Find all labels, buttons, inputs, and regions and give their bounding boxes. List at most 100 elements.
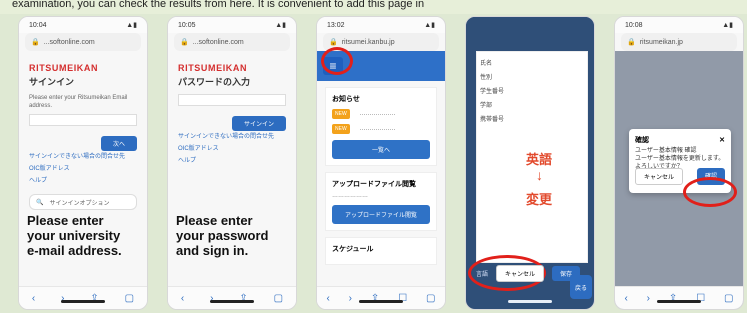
phone-portal-home: 13:02 ▲▮ 🔒 ritsumei.kanbu.jp ≡ お知らせ NEW … (316, 16, 446, 310)
phone-profile-edit: 氏名 性別 学生番号 学部 携帯番号 英語 ↓ 変更 言語 キャンセル 保存 戻… (465, 16, 595, 310)
highlight-circle (683, 177, 737, 207)
tabs-icon[interactable]: ▢ (125, 293, 134, 304)
status-icons: ▲▮ (722, 22, 733, 29)
schedule-title: スケジュール (332, 246, 374, 253)
status-icons: ▲▮ (424, 22, 435, 29)
dialog-title: 確認 (635, 137, 649, 144)
url-text: ...softonline.com (43, 38, 95, 46)
form-labels: 氏名 性別 学生番号 学部 携帯番号 (480, 57, 504, 127)
help-link-1[interactable]: サインインできない場合の問合せ先 (178, 131, 286, 140)
label-5: 携帯番号 (480, 117, 505, 123)
upload-text: ……………… (332, 193, 368, 199)
signin-button[interactable]: サインイン (231, 116, 286, 131)
brand-logo: RITSUMEIKAN (29, 63, 99, 73)
address-bar[interactable]: 🔒 ...softonline.com (25, 33, 141, 51)
caption-line-2: your password (176, 228, 269, 243)
instruction-text: Please enter your Ritsumeikan Email addr… (29, 95, 128, 109)
notice-text: ……………… (359, 111, 396, 117)
back-icon[interactable]: ‹ (326, 293, 329, 304)
caption-line-3: e-mail address. (27, 243, 122, 258)
tabs-icon[interactable]: ▢ (724, 293, 733, 304)
new-badge: NEW (332, 109, 350, 119)
url-text: ...softonline.com (192, 38, 244, 46)
upload-card: アップロードファイル閲覧 ……………… アップロードファイル閲覧 (325, 172, 437, 231)
language-row: 言語 キャンセル 保存 (476, 265, 581, 282)
help-link-2[interactable]: OIC版アドレス (178, 143, 286, 152)
upload-title: アップロードファイル閲覧 (332, 181, 416, 188)
status-icons: ▲▮ (126, 22, 137, 29)
label-4: 学部 (480, 103, 493, 109)
top-instruction-text: examination, you can check the results f… (0, 0, 747, 14)
home-indicator (508, 300, 552, 303)
status-bar: 10:05 ▲▮ (168, 17, 296, 33)
forward-icon[interactable]: › (349, 293, 352, 304)
highlight-circle (321, 47, 353, 75)
status-bar: 10:04 ▲▮ (19, 17, 147, 33)
schedule-card: スケジュール (325, 237, 437, 265)
help-link-2[interactable]: OIC版アドレス (29, 163, 137, 172)
page-title: サインイン (29, 77, 75, 87)
cancel-button[interactable]: キャンセル (496, 265, 545, 282)
close-icon[interactable]: ✕ (719, 136, 725, 144)
home-indicator (359, 300, 403, 303)
label-1: 氏名 (480, 61, 493, 67)
caption-line-2: your university (27, 228, 121, 243)
status-icons: ▲▮ (275, 22, 286, 29)
status-bar: 13:02 ▲▮ (317, 17, 445, 33)
help-link-3[interactable]: ヘルプ (29, 175, 137, 184)
status-bar: 10:08 ▲▮ (615, 17, 743, 33)
help-link-1[interactable]: サインインできない場合の問合せ先 (29, 151, 137, 160)
home-indicator (61, 300, 105, 303)
notice-row-1[interactable]: NEW ……………… (332, 109, 430, 119)
url-text: ritsumeikan.jp (639, 38, 683, 46)
back-icon[interactable]: ‹ (624, 293, 627, 304)
next-button[interactable]: 次へ (100, 136, 137, 151)
lock-icon: 🔒 (329, 39, 338, 46)
cancel-button[interactable]: キャンセル (635, 168, 684, 185)
signin-options[interactable]: 🔍 サインインオプション (29, 194, 137, 210)
more-button[interactable]: 一覧へ (332, 140, 430, 159)
help-link-3[interactable]: ヘルプ (178, 155, 286, 164)
tabs-icon[interactable]: ▢ (274, 293, 283, 304)
lock-icon: 🔒 (627, 39, 636, 46)
caption: Please enter your university e-mail addr… (27, 213, 122, 258)
status-time: 13:02 (327, 21, 345, 29)
phone-signin-email: 10:04 ▲▮ 🔒 ...softonline.com RITSUMEIKAN… (18, 16, 148, 310)
bottom-nav: ‹ › ⇪ ▢ (19, 286, 147, 309)
brand-logo: RITSUMEIKAN (178, 63, 248, 73)
tabs-icon[interactable]: ▢ (426, 293, 435, 304)
bottom-nav: ‹ › ⇪ ☐ ▢ (615, 286, 743, 309)
home-indicator (210, 300, 254, 303)
email-field[interactable] (29, 114, 137, 126)
lock-icon: 🔒 (31, 39, 40, 46)
notice-card: お知らせ NEW ……………… NEW ……………… 一覧へ (325, 87, 437, 166)
back-icon[interactable]: ‹ (181, 293, 184, 304)
home-indicator (657, 300, 701, 303)
phone-confirm-dialog: 10:08 ▲▮ 🔒 ritsumeikan.jp 確認 ✕ ユーザー基本情報 … (614, 16, 744, 310)
status-time: 10:04 (29, 21, 47, 29)
caption-line-3: and sign in. (176, 243, 249, 258)
page-title: パスワードの入力 (178, 77, 251, 87)
upload-button[interactable]: アップロードファイル閲覧 (332, 205, 430, 224)
signin-options-label: サインインオプション (49, 200, 110, 207)
back-float-button[interactable]: 戻る (570, 275, 592, 299)
status-bar (466, 17, 594, 33)
caption: Please enter your password and sign in. (176, 213, 268, 258)
label-3: 学生番号 (480, 89, 505, 95)
forward-icon[interactable]: › (647, 293, 650, 304)
notice-row-2[interactable]: NEW ……………… (332, 124, 430, 134)
back-icon[interactable]: ‹ (32, 293, 35, 304)
address-bar[interactable]: 🔒 ...softonline.com (174, 33, 290, 51)
language-label: 言語 (476, 272, 489, 278)
search-icon: 🔍 (36, 199, 44, 206)
password-field[interactable] (178, 94, 286, 106)
address-bar[interactable]: 🔒 ritsumeikan.jp (621, 33, 737, 51)
annotation-change: 変更 (526, 192, 553, 207)
notice-title: お知らせ (332, 96, 360, 103)
phone-screenshots: 10:04 ▲▮ 🔒 ...softonline.com RITSUMEIKAN… (18, 16, 747, 313)
url-text: ritsumei.kanbu.jp (341, 38, 395, 46)
lock-icon: 🔒 (180, 39, 189, 46)
status-time: 10:05 (178, 21, 196, 29)
annotation-english: 英語 (526, 152, 553, 167)
page-content: RITSUMEIKAN サインイン Please enter your Rits… (19, 51, 147, 228)
